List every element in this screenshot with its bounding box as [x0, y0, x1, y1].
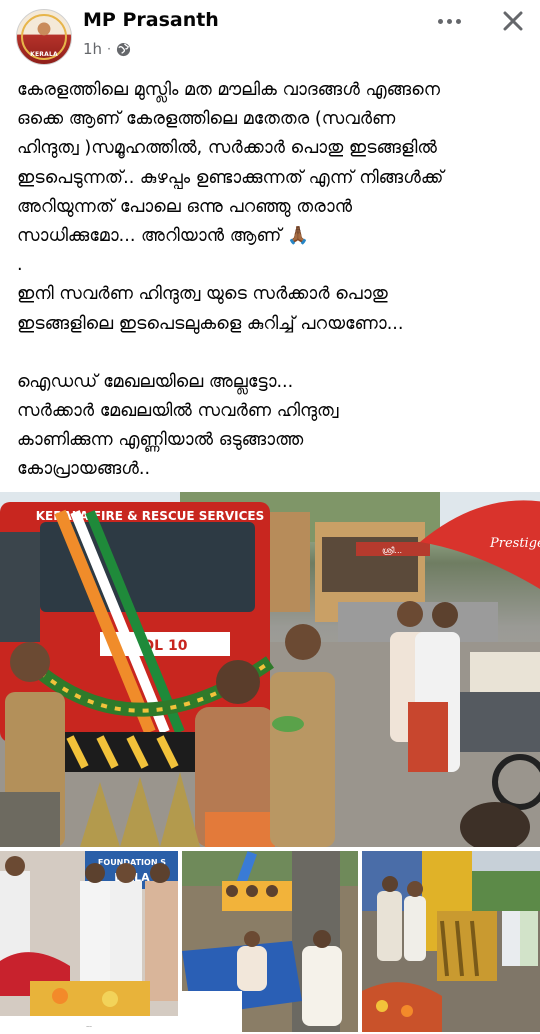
dot-icon — [437, 18, 443, 24]
post-photo-main[interactable]: ശ്രീ... Prestige KERALA FIRE & RESCUE SE… — [0, 492, 540, 847]
post-photo-grid-1[interactable]: FOUNDATION S E ALA ... — [0, 851, 178, 1032]
post-text-line: ഇടങ്ങളിലെ ഇടപെടലുകളെ കുറിച്ച് പറയണോ... — [17, 313, 404, 334]
close-button[interactable] — [498, 6, 528, 36]
post-photo-grid-3[interactable] — [362, 851, 540, 1032]
post-text-line: കേരളത്തിലെ മുസ്ലിം മത മൗലിക വാദങ്ങൾ എങ്ങ… — [17, 80, 441, 100]
post-text-line: സർക്കാർ മേഖലയിൽ സവർണ ഹിന്ദുത്വ — [17, 401, 339, 422]
foundation-ceremony-scene: FOUNDATION S E ALA ... — [0, 851, 178, 1032]
post-text-line: ഐഡഡ് മേഖലയിലെ അല്ലട്ടോ... — [17, 371, 294, 392]
facebook-post: KERALA MP Prasanth 1h · കേരളത്തിലെ മുസ്ല… — [0, 0, 540, 1034]
dot-icon — [455, 18, 461, 24]
post-text-line: ഇടപെടുന്നത്.. കുഴപ്പം ഉണ്ടാക്കുന്നത് എന്… — [17, 167, 444, 188]
post-time[interactable]: 1h — [83, 40, 102, 58]
post-text-line: ഹിന്ദുത്വ )സമൂഹത്തിൽ, സർക്കാർ പൊതു ഇടങ്ങ… — [17, 138, 437, 159]
post-photo-grid-2[interactable] — [182, 851, 358, 1032]
post-text-line: കാണിക്കുന്ന എണ്ണിയാൽ ഒടുങ്ങാത്ത — [17, 430, 304, 451]
post-text-blank — [17, 339, 527, 368]
excavator-pooja-scene — [362, 851, 540, 1032]
post-header: KERALA MP Prasanth 1h · — [0, 0, 540, 70]
post-text-line: ഒക്കെ ആണ് കേരളത്തിലെ മതേതര (സവർണ — [17, 109, 396, 130]
post-meta: 1h · — [83, 40, 131, 58]
post-text-line: അറിയുന്നത് പോലെ ഒന്നു പറഞ്ഞു തരാൻ — [17, 196, 353, 217]
post-text-line: . — [17, 255, 23, 276]
construction-pooja-scene — [182, 851, 358, 1032]
photo-caption: ... — [86, 1022, 92, 1029]
meta-separator: · — [107, 42, 111, 56]
fire-truck-pooja-scene: ശ്രീ... Prestige KERALA FIRE & RESCUE SE… — [0, 492, 540, 847]
post-text-line: ഇനി സവർണ ഹിന്ദുത്വ യുടെ സർക്കാർ പൊതു — [17, 284, 388, 305]
more-options-button[interactable] — [432, 10, 466, 32]
post-text: കേരളത്തിലെ മുസ്ലിം മത മൗലിക വാദങ്ങൾ എങ്ങ… — [17, 76, 527, 485]
umbrella-brand-text: Prestige — [489, 536, 540, 551]
author-name[interactable]: MP Prasanth — [83, 9, 219, 31]
close-icon — [503, 11, 523, 31]
post-text-line: സാധിക്കുമോ... അറിയാൻ ആണ് 🙏🏾 — [17, 225, 309, 246]
dot-icon — [446, 18, 452, 24]
avatar-text: KERALA — [30, 51, 58, 58]
shop-sign-text: ശ്രീ... — [382, 546, 402, 555]
post-text-line: കോപ്രായങ്ങൾ.. — [17, 459, 151, 480]
globe-icon[interactable] — [116, 42, 131, 57]
author-avatar[interactable]: KERALA — [16, 9, 72, 65]
